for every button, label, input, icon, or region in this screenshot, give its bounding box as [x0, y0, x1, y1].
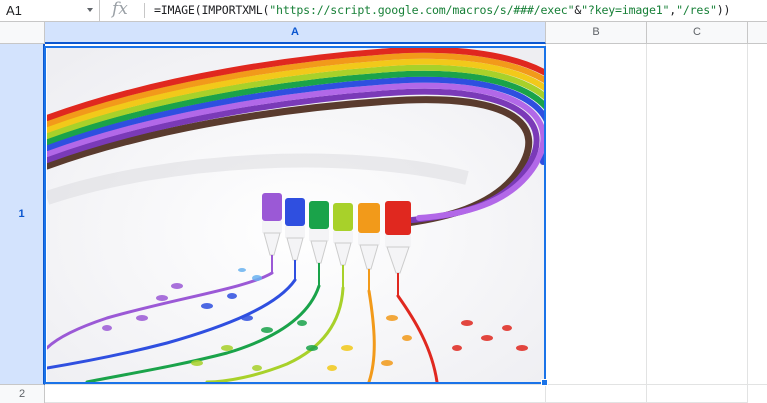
row-header-2[interactable]: 2 [0, 385, 45, 403]
column-header-d[interactable] [748, 22, 767, 44]
formula-separator [144, 3, 145, 18]
formula-prefix: =IMAGE(IMPORTXML( [154, 3, 270, 17]
formula-string-url: "https://script.google.com/macros/s/###/… [269, 3, 575, 17]
select-all-corner[interactable] [0, 22, 45, 44]
cell-b2[interactable] [546, 385, 647, 403]
column-header-b[interactable]: B [546, 22, 647, 44]
fill-handle[interactable] [541, 379, 548, 386]
formula-input[interactable]: =IMAGE(IMPORTXML("https://script.google.… [154, 3, 731, 17]
name-box[interactable]: A1 [0, 0, 100, 21]
chevron-down-icon[interactable] [87, 8, 93, 12]
formula-suffix: )) [716, 3, 731, 17]
column-header-a[interactable]: A [45, 22, 546, 44]
fx-icon: fx [112, 0, 128, 19]
cell-c1[interactable] [647, 44, 748, 385]
row-header-1[interactable]: 1 [0, 44, 45, 385]
formula-bar-row: A1 fx =IMAGE(IMPORTXML("https://script.g… [0, 0, 767, 22]
cell-a2[interactable] [45, 385, 546, 403]
cell-d1[interactable] [748, 44, 767, 385]
cell-b1[interactable] [546, 44, 647, 385]
column-header-c[interactable]: C [647, 22, 748, 44]
selection-outline [44, 46, 546, 384]
formula-string-key: "?key=image1" [581, 3, 670, 17]
cell-c2[interactable] [647, 385, 748, 403]
name-box-ref: A1 [6, 3, 22, 18]
formula-string-xpath: "/res" [676, 3, 717, 17]
